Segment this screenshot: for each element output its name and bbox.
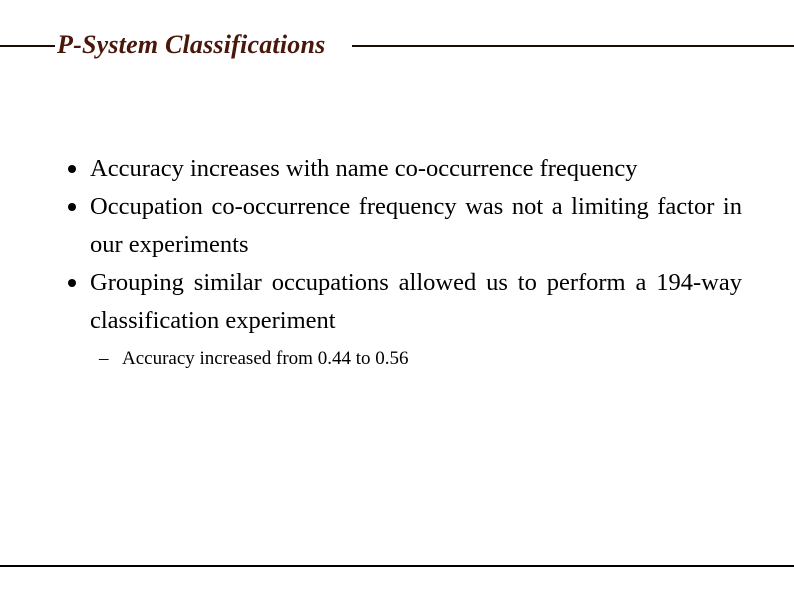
sub-bullet-text: Accuracy increased from 0.44 to 0.56: [122, 348, 409, 369]
list-item: Grouping similar occupations allowed us …: [0, 264, 794, 340]
bullet-text: Accuracy increases with name co-occurren…: [90, 155, 638, 182]
bullet-dot-icon: [68, 203, 76, 211]
slide-body: Accuracy increases with name co-occurren…: [0, 150, 794, 374]
footer-rule: [0, 565, 794, 567]
bullet-text: Grouping similar occupations allowed us …: [90, 269, 742, 334]
bullet-dot-icon: [68, 165, 76, 173]
sub-bullet-list: – Accuracy increased from 0.44 to 0.56: [0, 344, 794, 374]
page-title: P-System Classifications: [57, 28, 333, 62]
presentation-slide: P-System Classifications Accuracy increa…: [0, 0, 794, 595]
sub-list-item: – Accuracy increased from 0.44 to 0.56: [0, 344, 794, 374]
bullet-list: Accuracy increases with name co-occurren…: [0, 150, 794, 340]
list-item: Occupation co-occurrence frequency was n…: [0, 188, 794, 264]
title-rule-left: [0, 45, 55, 47]
title-rule-right: [352, 45, 794, 47]
dash-marker-icon: –: [99, 348, 109, 369]
list-item: Accuracy increases with name co-occurren…: [0, 150, 794, 188]
bullet-dot-icon: [68, 279, 76, 287]
bullet-text: Occupation co-occurrence frequency was n…: [90, 193, 742, 258]
slide-header: P-System Classifications: [0, 28, 794, 64]
